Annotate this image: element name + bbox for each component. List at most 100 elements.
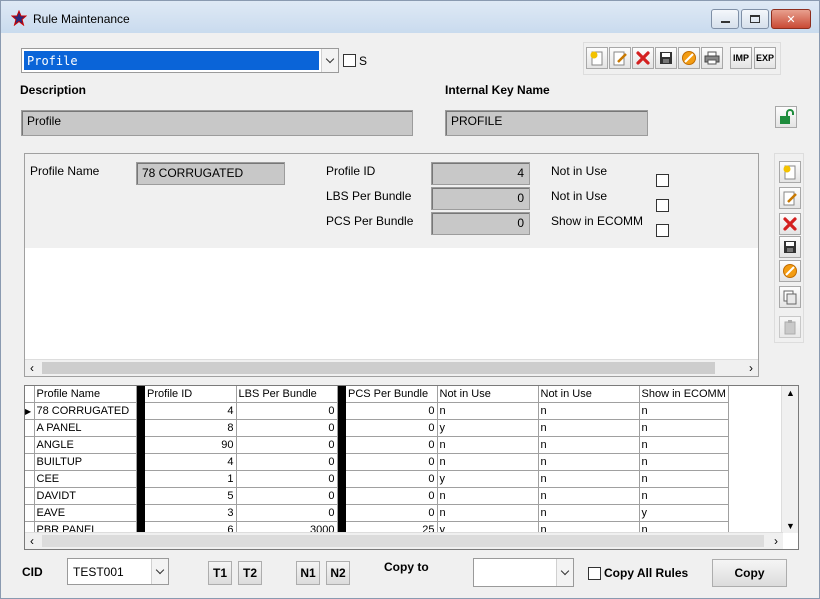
profile-id-field[interactable]: 4: [431, 162, 530, 185]
copy-to-select[interactable]: [473, 558, 574, 587]
row-selector[interactable]: [25, 453, 35, 471]
scroll-left-icon[interactable]: ‹: [30, 361, 34, 375]
col-header-profile-id[interactable]: Profile ID: [145, 386, 237, 403]
cell-profile-name[interactable]: A PANEL: [34, 419, 137, 437]
cell-not-in-use-1[interactable]: n: [437, 436, 539, 454]
row-selector[interactable]: [25, 487, 35, 505]
internal-key-field[interactable]: PROFILE: [445, 110, 648, 136]
table-row[interactable]: BUILTUP 4 0 0 n n n: [25, 453, 729, 471]
profile-name-field[interactable]: 78 CORRUGATED: [136, 162, 285, 185]
n1-button[interactable]: N1: [296, 561, 320, 585]
scroll-up-icon[interactable]: ▲: [786, 388, 795, 398]
col-header-lbs[interactable]: LBS Per Bundle: [236, 386, 338, 403]
cell-profile-id[interactable]: 4: [145, 453, 237, 471]
cell-pcs-per-bundle[interactable]: 0: [346, 402, 438, 420]
detail-horizontal-scrollbar[interactable]: ‹ ›: [25, 359, 758, 376]
s-checkbox[interactable]: [343, 54, 356, 67]
row-selector[interactable]: [25, 419, 35, 437]
col-header-pcs[interactable]: PCS Per Bundle: [346, 386, 438, 403]
cell-pcs-per-bundle[interactable]: 0: [346, 419, 438, 437]
cell-profile-name[interactable]: 78 CORRUGATED: [34, 402, 137, 420]
cell-pcs-per-bundle[interactable]: 0: [346, 453, 438, 471]
cell-profile-id[interactable]: 4: [145, 402, 237, 420]
cell-lbs-per-bundle[interactable]: 0: [236, 436, 338, 454]
cell-not-in-use-1[interactable]: n: [437, 487, 539, 505]
cell-not-in-use-1[interactable]: y: [437, 419, 539, 437]
cell-profile-name[interactable]: CEE: [34, 470, 137, 488]
unlock-button[interactable]: [775, 106, 797, 128]
side-cancel-button[interactable]: [779, 260, 801, 282]
side-paste-button[interactable]: [779, 316, 801, 338]
new-button[interactable]: [586, 47, 608, 69]
t1-button[interactable]: T1: [208, 561, 232, 585]
side-new-button[interactable]: [779, 161, 801, 183]
row-selector[interactable]: [25, 436, 35, 454]
scroll-thumb[interactable]: [42, 362, 715, 374]
row-selector[interactable]: ▶: [25, 402, 35, 420]
cell-show-in-ecomm[interactable]: n: [639, 402, 729, 420]
cell-not-in-use-1[interactable]: n: [437, 504, 539, 522]
maximize-button[interactable]: [741, 9, 769, 29]
table-row[interactable]: A PANEL 8 0 0 y n n: [25, 419, 729, 437]
cell-not-in-use-2[interactable]: n: [538, 453, 640, 471]
cancel-button[interactable]: [678, 47, 700, 69]
cell-show-in-ecomm[interactable]: n: [639, 419, 729, 437]
grid-scroll-thumb[interactable]: [42, 535, 764, 547]
row-selector[interactable]: [25, 470, 35, 488]
table-row[interactable]: EAVE 3 0 0 n n y: [25, 504, 729, 522]
col-header-show-ecomm[interactable]: Show in ECOMM: [639, 386, 729, 403]
cell-not-in-use-1[interactable]: n: [437, 402, 539, 420]
cell-lbs-per-bundle[interactable]: 0: [236, 487, 338, 505]
cid-select[interactable]: TEST001: [67, 558, 169, 585]
cell-pcs-per-bundle[interactable]: 0: [346, 436, 438, 454]
cell-profile-name[interactable]: DAVIDT: [34, 487, 137, 505]
cell-profile-id[interactable]: 3: [145, 504, 237, 522]
cell-pcs-per-bundle[interactable]: 0: [346, 487, 438, 505]
cell-not-in-use-2[interactable]: n: [538, 487, 640, 505]
cell-not-in-use-2[interactable]: n: [538, 402, 640, 420]
grid-horizontal-scrollbar[interactable]: ‹ ›: [25, 532, 783, 549]
row-selector[interactable]: [25, 504, 35, 522]
cell-profile-name[interactable]: BUILTUP: [34, 453, 137, 471]
cell-profile-id[interactable]: 1: [145, 470, 237, 488]
cell-profile-id[interactable]: 90: [145, 436, 237, 454]
n2-button[interactable]: N2: [326, 561, 350, 585]
delete-button[interactable]: [632, 47, 654, 69]
cell-lbs-per-bundle[interactable]: 0: [236, 419, 338, 437]
minimize-button[interactable]: [711, 9, 739, 29]
col-header-not-in-use-2[interactable]: Not in Use: [538, 386, 640, 403]
save-button[interactable]: [655, 47, 677, 69]
cell-show-in-ecomm[interactable]: n: [639, 436, 729, 454]
cell-pcs-per-bundle[interactable]: 0: [346, 504, 438, 522]
cell-not-in-use-1[interactable]: y: [437, 470, 539, 488]
cell-show-in-ecomm[interactable]: n: [639, 487, 729, 505]
table-row[interactable]: ▶ 78 CORRUGATED 4 0 0 n n n: [25, 402, 729, 420]
import-button[interactable]: IMP: [730, 47, 752, 69]
side-copy-button[interactable]: [779, 286, 801, 308]
cell-not-in-use-1[interactable]: n: [437, 453, 539, 471]
cell-not-in-use-2[interactable]: n: [538, 436, 640, 454]
scroll-right-icon[interactable]: ›: [774, 534, 778, 548]
cell-lbs-per-bundle[interactable]: 0: [236, 470, 338, 488]
lbs-per-bundle-field[interactable]: 0: [431, 187, 530, 210]
cell-not-in-use-2[interactable]: n: [538, 470, 640, 488]
grid-vertical-scrollbar[interactable]: ▲ ▼: [781, 386, 798, 533]
not-in-use-checkbox-1[interactable]: [656, 174, 669, 187]
side-delete-button[interactable]: [779, 213, 801, 235]
scroll-right-icon[interactable]: ›: [749, 361, 753, 375]
not-in-use-checkbox-2[interactable]: [656, 199, 669, 212]
table-row[interactable]: DAVIDT 5 0 0 n n n: [25, 487, 729, 505]
rule-select[interactable]: Profile: [21, 48, 339, 73]
cell-profile-name[interactable]: ANGLE: [34, 436, 137, 454]
pcs-per-bundle-field[interactable]: 0: [431, 212, 530, 235]
col-header-profile-name[interactable]: Profile Name: [34, 386, 137, 403]
side-edit-button[interactable]: [779, 187, 801, 209]
cell-pcs-per-bundle[interactable]: 0: [346, 470, 438, 488]
side-save-button[interactable]: [779, 236, 801, 258]
scroll-left-icon[interactable]: ‹: [30, 534, 34, 548]
cell-lbs-per-bundle[interactable]: 0: [236, 504, 338, 522]
cell-show-in-ecomm[interactable]: n: [639, 470, 729, 488]
table-row[interactable]: ANGLE 90 0 0 n n n: [25, 436, 729, 454]
col-header-not-in-use-1[interactable]: Not in Use: [437, 386, 539, 403]
cell-show-in-ecomm[interactable]: n: [639, 453, 729, 471]
